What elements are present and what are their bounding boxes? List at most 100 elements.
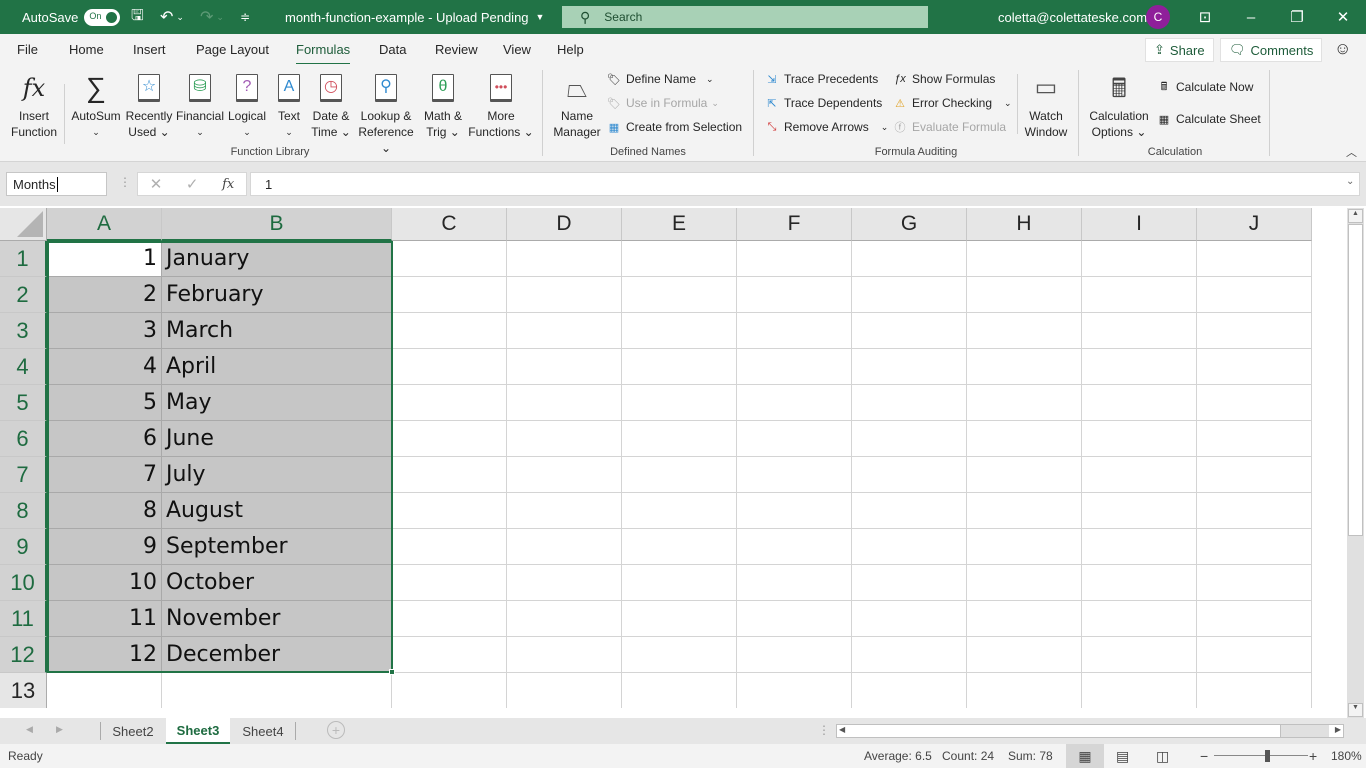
cell-e2[interactable] xyxy=(622,277,737,313)
cell-g7[interactable] xyxy=(852,457,967,493)
insert-function-icon[interactable]: fx xyxy=(222,177,234,192)
cell-i6[interactable] xyxy=(1082,421,1197,457)
cell-g5[interactable] xyxy=(852,385,967,421)
tab-review[interactable]: Review xyxy=(435,42,478,57)
scroll-track[interactable] xyxy=(1281,725,1329,737)
cell-f3[interactable] xyxy=(737,313,852,349)
trace-dependents-button[interactable]: ⇱ Trace Dependents xyxy=(764,96,882,110)
trace-precedents-button[interactable]: ⇲ Trace Precedents xyxy=(764,72,878,86)
cell-e4[interactable] xyxy=(622,349,737,385)
cell-d1[interactable] xyxy=(507,241,622,277)
cell-i11[interactable] xyxy=(1082,601,1197,637)
cell-g12[interactable] xyxy=(852,637,967,673)
cell-h6[interactable] xyxy=(967,421,1082,457)
cell-e7[interactable] xyxy=(622,457,737,493)
cell-i10[interactable] xyxy=(1082,565,1197,601)
cell-i9[interactable] xyxy=(1082,529,1197,565)
cell-a12[interactable]: 12 xyxy=(47,637,162,673)
row-header[interactable]: 4 xyxy=(0,349,47,385)
fill-handle[interactable] xyxy=(389,669,395,675)
remove-arrows-button[interactable]: ⤡ Remove Arrows ⌄ xyxy=(764,120,889,134)
page-break-preview-icon[interactable]: ◫ xyxy=(1156,744,1169,768)
cell-d3[interactable] xyxy=(507,313,622,349)
cell-i12[interactable] xyxy=(1082,637,1197,673)
cell-f4[interactable] xyxy=(737,349,852,385)
collapse-ribbon-icon[interactable]: ︿ xyxy=(1346,144,1357,160)
cell-e6[interactable] xyxy=(622,421,737,457)
name-box[interactable]: Months xyxy=(6,172,107,196)
cell-j11[interactable] xyxy=(1197,601,1312,637)
cell-c4[interactable] xyxy=(392,349,507,385)
undo-icon[interactable]: ↶ ⌄ xyxy=(160,0,184,34)
cell-j6[interactable] xyxy=(1197,421,1312,457)
cell-i5[interactable] xyxy=(1082,385,1197,421)
cell-e8[interactable] xyxy=(622,493,737,529)
cell-a8[interactable]: 8 xyxy=(47,493,162,529)
cell-d8[interactable] xyxy=(507,493,622,529)
tab-insert[interactable]: Insert xyxy=(133,42,166,57)
cell-h11[interactable] xyxy=(967,601,1082,637)
autosave-toggle[interactable]: On xyxy=(84,8,121,26)
cell-a7[interactable]: 7 xyxy=(47,457,162,493)
tab-page-layout[interactable]: Page Layout xyxy=(196,42,269,57)
vertical-scrollbar[interactable]: ▲ ▼ xyxy=(1347,208,1364,718)
cell-c7[interactable] xyxy=(392,457,507,493)
evaluate-formula-button[interactable]: ⓕ Evaluate Formula xyxy=(892,120,1007,134)
cell-j9[interactable] xyxy=(1197,529,1312,565)
cell-b5[interactable]: May xyxy=(162,385,392,421)
close-icon[interactable]: ✕ xyxy=(1320,0,1366,34)
tab-help[interactable]: Help xyxy=(557,42,584,57)
cell-f2[interactable] xyxy=(737,277,852,313)
sheet-tab[interactable]: Sheet2 xyxy=(102,718,164,744)
share-button[interactable]: ⇪ Share xyxy=(1145,38,1214,62)
cell-h1[interactable] xyxy=(967,241,1082,277)
cell-a11[interactable]: 11 xyxy=(47,601,162,637)
row-header[interactable]: 6 xyxy=(0,421,47,457)
cell-j3[interactable] xyxy=(1197,313,1312,349)
cell-j13[interactable] xyxy=(1197,673,1312,708)
cell-h10[interactable] xyxy=(967,565,1082,601)
cell-f10[interactable] xyxy=(737,565,852,601)
cell-j10[interactable] xyxy=(1197,565,1312,601)
cell-b8[interactable]: August xyxy=(162,493,392,529)
add-sheet-icon[interactable]: + xyxy=(327,721,345,739)
column-header-e[interactable]: E xyxy=(622,208,737,241)
scroll-up-icon[interactable]: ▲ xyxy=(1348,209,1363,223)
row-header[interactable]: 5 xyxy=(0,385,47,421)
tab-formulas[interactable]: Formulas xyxy=(296,42,351,66)
search-box[interactable]: ⚲ Search xyxy=(562,6,928,28)
zoom-level[interactable]: 180% xyxy=(1331,744,1362,768)
cell-c3[interactable] xyxy=(392,313,507,349)
cell-d6[interactable] xyxy=(507,421,622,457)
cell-j1[interactable] xyxy=(1197,241,1312,277)
column-header-j[interactable]: J xyxy=(1197,208,1312,241)
zoom-out-button[interactable]: − xyxy=(1200,744,1208,768)
cell-d12[interactable] xyxy=(507,637,622,673)
cell-i1[interactable] xyxy=(1082,241,1197,277)
create-from-selection-button[interactable]: ▦ Create from Selection xyxy=(606,120,742,134)
previous-sheet-icon[interactable]: ◀ xyxy=(26,724,33,735)
cell-a2[interactable]: 2 xyxy=(47,277,162,313)
insert-function-button[interactable]: fx Insert Function xyxy=(8,68,60,140)
cell-g2[interactable] xyxy=(852,277,967,313)
use-in-formula-button[interactable]: 🏷 Use in Formula ⌄ xyxy=(606,96,719,110)
horizontal-scrollbar[interactable]: ◀ ▶ xyxy=(836,724,1344,738)
tab-data[interactable]: Data xyxy=(379,42,406,57)
cell-i2[interactable] xyxy=(1082,277,1197,313)
cell-a1[interactable]: 1 xyxy=(47,241,162,277)
math-trig-button[interactable]: θ Math & Trig ⌄ xyxy=(420,68,466,140)
cell-i7[interactable] xyxy=(1082,457,1197,493)
column-header-h[interactable]: H xyxy=(967,208,1082,241)
text-button[interactable]: A Text ⌄ xyxy=(272,68,306,140)
cell-h9[interactable] xyxy=(967,529,1082,565)
expand-formula-bar-icon[interactable]: ⌄ xyxy=(1346,176,1354,187)
cell-a10[interactable]: 10 xyxy=(47,565,162,601)
cell-j4[interactable] xyxy=(1197,349,1312,385)
define-name-button[interactable]: 🏷 Define Name ⌄ xyxy=(606,72,714,86)
cell-e9[interactable] xyxy=(622,529,737,565)
cell-c8[interactable] xyxy=(392,493,507,529)
status-sum[interactable]: Sum: 78 xyxy=(1008,744,1053,768)
cell-j7[interactable] xyxy=(1197,457,1312,493)
cell-b3[interactable]: March xyxy=(162,313,392,349)
cell-h2[interactable] xyxy=(967,277,1082,313)
